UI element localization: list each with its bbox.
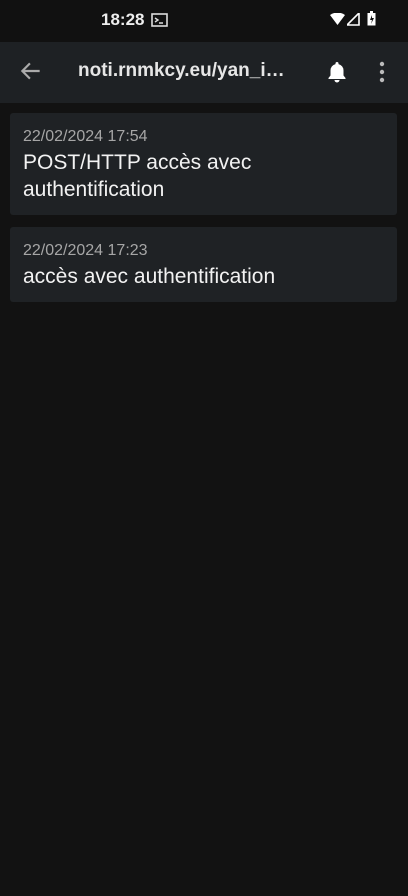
status-time: 18:28 <box>101 10 145 29</box>
back-arrow-icon[interactable] <box>18 58 44 84</box>
message-text: POST/HTTP accès avec authentification <box>23 151 252 201</box>
signal-icon <box>347 13 360 26</box>
terminal-notification-icon <box>151 13 168 27</box>
topic-title: noti.rnmkcy.eu/yan_i… <box>78 60 285 81</box>
bell-icon[interactable] <box>326 60 348 84</box>
wifi-icon <box>330 13 345 25</box>
more-options-icon[interactable] <box>376 60 388 84</box>
app-bar: noti.rnmkcy.eu/yan_i… <box>0 42 408 103</box>
status-bar: 18:28 <box>0 0 408 42</box>
message-date: 22/02/2024 17:23 <box>23 242 148 259</box>
message-text: accès avec authentification <box>23 265 276 288</box>
message-card[interactable]: 22/02/2024 17:23 accès avec authentifica… <box>10 227 397 302</box>
message-card[interactable]: 22/02/2024 17:54 POST/HTTP accès avec au… <box>10 113 397 215</box>
battery-icon <box>367 11 376 26</box>
message-date: 22/02/2024 17:54 <box>23 128 148 145</box>
